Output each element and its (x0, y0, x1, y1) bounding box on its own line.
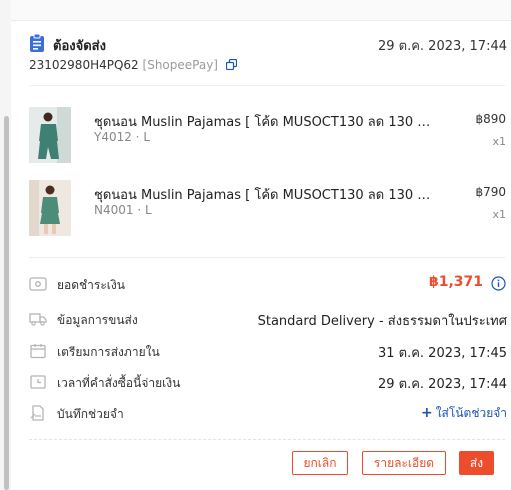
clipboard-icon (30, 34, 44, 52)
shipping-row: ข้อมูลการขนส่ง Standard Delivery - ส่งธร… (29, 309, 507, 329)
add-note-link[interactable]: + ใส่โน้ตช่วยจำ (421, 404, 507, 423)
product-qty: x1 (492, 208, 506, 221)
plus-icon: + (420, 405, 433, 421)
order-time-row: เวลาที่คำสั่งซื้อนี้จ่ายเงิน 29 ต.ค. 202… (29, 372, 507, 392)
product-name[interactable]: ชุดนอน Muslin Pajamas [ โค้ด MUSOCT130 ล… (94, 111, 434, 132)
shipping-label: ข้อมูลการขนส่ง (57, 313, 138, 327)
truck-icon (29, 313, 47, 326)
divider (29, 85, 505, 86)
total-row: ยอดชำระเงิน ฿1,371 (29, 274, 506, 294)
details-button[interactable]: รายละเอียด (362, 451, 446, 475)
list-item[interactable]: ชุดนอน Muslin Pajamas [ โค้ด MUSOCT130 ล… (29, 180, 506, 236)
order-card: ต้องจัดส่ง 29 ต.ค. 2023, 17:44 23102980H… (11, 0, 511, 490)
ship-button[interactable]: ส่ง (459, 451, 494, 475)
order-status: ต้องจัดส่ง (53, 39, 106, 54)
product-price: ฿890 (475, 112, 506, 126)
order-id: 23102980H4PQ62 (29, 58, 139, 72)
order-time-label: เวลาที่คำสั่งซื้อนี้จ่ายเงิน (57, 376, 181, 390)
divider (29, 257, 505, 258)
product-variation: N4001 · L (94, 203, 152, 217)
help-icon[interactable] (491, 276, 506, 291)
note-label: บันทึกช่วยจำ (57, 407, 124, 421)
product-qty: x1 (492, 135, 506, 148)
note-icon (30, 405, 44, 421)
total-label: ยอดชำระเงิน (57, 278, 125, 292)
product-variation: Y4012 · L (94, 130, 150, 144)
list-item[interactable]: ชุดนอน Muslin Pajamas [ โค้ด MUSOCT130 ล… (29, 107, 506, 163)
previous-card-edge (11, 0, 511, 21)
cancel-button[interactable]: ยกเลิก (292, 451, 348, 475)
copy-icon[interactable] (225, 59, 237, 70)
wallet-icon (29, 277, 47, 291)
add-note-label: ใส่โน้ตช่วยจำ (435, 406, 507, 420)
product-thumbnail[interactable] (29, 180, 71, 236)
product-price: ฿790 (475, 185, 506, 199)
page-scrollbar[interactable] (4, 116, 9, 490)
note-row: บันทึกช่วยจำ + ใส่โน้ตช่วยจำ (29, 403, 507, 423)
order-time-value: 29 ต.ค. 2023, 17:44 (377, 377, 507, 392)
ship-by-date: 31 ต.ค. 2023, 17:45 (377, 346, 507, 361)
clock-icon (30, 375, 46, 389)
product-thumbnail[interactable] (29, 107, 71, 163)
product-name[interactable]: ชุดนอน Muslin Pajamas [ โค้ด MUSOCT130 ล… (94, 184, 434, 205)
ship-by-row: เตรียมการส่งภายใน 31 ต.ค. 2023, 17:45 (29, 341, 507, 361)
order-id-row: 23102980H4PQ62 [ShopeePay] (29, 58, 237, 72)
calendar-icon (30, 344, 46, 359)
payment-method: [ShopeePay] (142, 58, 218, 72)
order-date: 29 ต.ค. 2023, 17:44 (377, 39, 507, 54)
order-header: ต้องจัดส่ง 29 ต.ค. 2023, 17:44 23102980H… (29, 34, 507, 74)
shipping-method: Standard Delivery - ส่งธรรมดาในประเทศ (257, 314, 507, 329)
total-amount: ฿1,371 (428, 274, 483, 290)
ship-by-label: เตรียมการส่งภายใน (57, 345, 160, 359)
divider (29, 439, 505, 440)
